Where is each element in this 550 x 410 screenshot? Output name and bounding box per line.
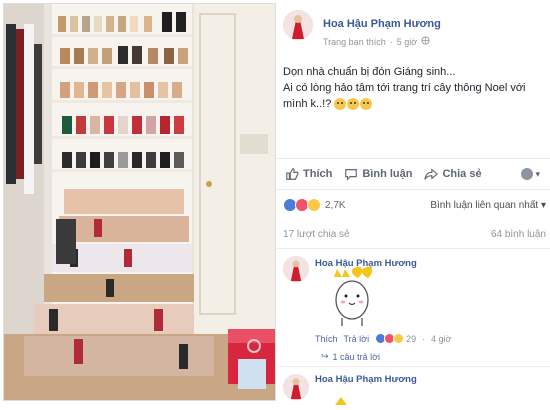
closet-photo-illustration: [4, 4, 275, 400]
comment-count[interactable]: 64 bình luận: [491, 229, 546, 240]
dropdown-caret-icon: ▾: [535, 168, 540, 179]
comment-author-avatar[interactable]: [283, 256, 309, 282]
comment-time[interactable]: 4 giờ: [431, 334, 451, 344]
closet-photo[interactable]: [3, 3, 276, 401]
audience-avatar-icon: [521, 168, 534, 180]
audience-selector[interactable]: ▾: [521, 168, 540, 180]
author-avatar[interactable]: [283, 10, 313, 40]
post-time[interactable]: 5 giờ: [397, 37, 417, 47]
haha-reaction-icon: [393, 333, 405, 344]
reply-arrow-icon: ↪: [321, 351, 329, 361]
post-stats: 17 lượt chia sẻ 64 bình luận: [283, 229, 546, 240]
comment-like-link[interactable]: Thích: [315, 334, 338, 344]
view-replies-link[interactable]: ↪ 1 câu trả lời: [321, 351, 380, 362]
like-button[interactable]: Thích: [285, 167, 332, 181]
share-arrow-icon: [424, 168, 439, 180]
relation-label: Trang bạn thích: [323, 36, 386, 47]
post-text-line2-wrap: Ai có lòng hảo tâm tới trang trí cây thô…: [283, 80, 543, 112]
share-count[interactable]: 17 lượt chia sẻ: [283, 229, 350, 240]
share-button[interactable]: Chia sẻ: [424, 167, 482, 181]
comment2-author-avatar[interactable]: [283, 374, 309, 400]
reactions-bar: 2,7K Bình luận liên quan nhất ▾: [283, 196, 546, 214]
comment-sort-label: Bình luận liên quan nhất: [430, 199, 539, 211]
thumbs-up-icon: [286, 168, 299, 180]
comment2-author-name[interactable]: Hoa Hậu Phạm Hương: [315, 374, 417, 385]
comment-sort-dropdown[interactable]: Bình luận liên quan nhất ▾: [430, 200, 546, 211]
dot-separator: ·: [389, 36, 393, 47]
sort-caret-icon: ▾: [540, 199, 546, 211]
stats-divider: [277, 248, 550, 249]
bear-sticker: [331, 266, 373, 328]
comment-bubble-icon: [345, 169, 358, 181]
action-bar: Thích Bình luận Chia sẻ ▾: [277, 158, 550, 190]
post-text-line1: Dọn nhà chuẩn bị đón Giáng sinh...: [283, 66, 456, 78]
reaction-count[interactable]: 2,7K: [325, 200, 346, 211]
comment-dot: ·: [422, 333, 426, 344]
like-label: Thích: [303, 168, 333, 180]
post-subtitle: Trang bạn thích · 5 giờ: [323, 36, 430, 47]
comment-reactions[interactable]: 29: [375, 333, 416, 344]
comment2-sticker-peek: [335, 392, 347, 405]
share-label: Chia sẻ: [442, 168, 482, 180]
crying-emoji-icon: [347, 98, 360, 111]
facebook-post: Hoa Hậu Phạm Hương Trang bạn thích · 5 g…: [277, 0, 550, 405]
replies-count: 1 câu trả lời: [332, 351, 380, 362]
post-text-line2: Ai có lòng hảo tâm tới trang trí cây thô…: [283, 82, 526, 110]
comment-button[interactable]: Bình luận: [344, 167, 412, 181]
comment-reaction-count: 29: [406, 333, 417, 344]
post-content: Dọn nhà chuẩn bị đón Giáng sinh... Ai có…: [283, 64, 543, 112]
bear-sticker-graphic: [334, 266, 373, 326]
globe-icon: [421, 36, 430, 47]
comment-actions: Thích Trả lời 29 · 4 giờ: [315, 333, 452, 344]
crying-emoji-icon: [360, 98, 373, 111]
comment-divider: [277, 366, 550, 367]
author-name[interactable]: Hoa Hậu Phạm Hương: [323, 18, 441, 30]
haha-reaction-icon: [307, 198, 321, 212]
comment-reply-link[interactable]: Trả lời: [344, 334, 370, 344]
comment-label: Bình luận: [362, 168, 413, 180]
crying-emoji-icon: [334, 98, 347, 111]
